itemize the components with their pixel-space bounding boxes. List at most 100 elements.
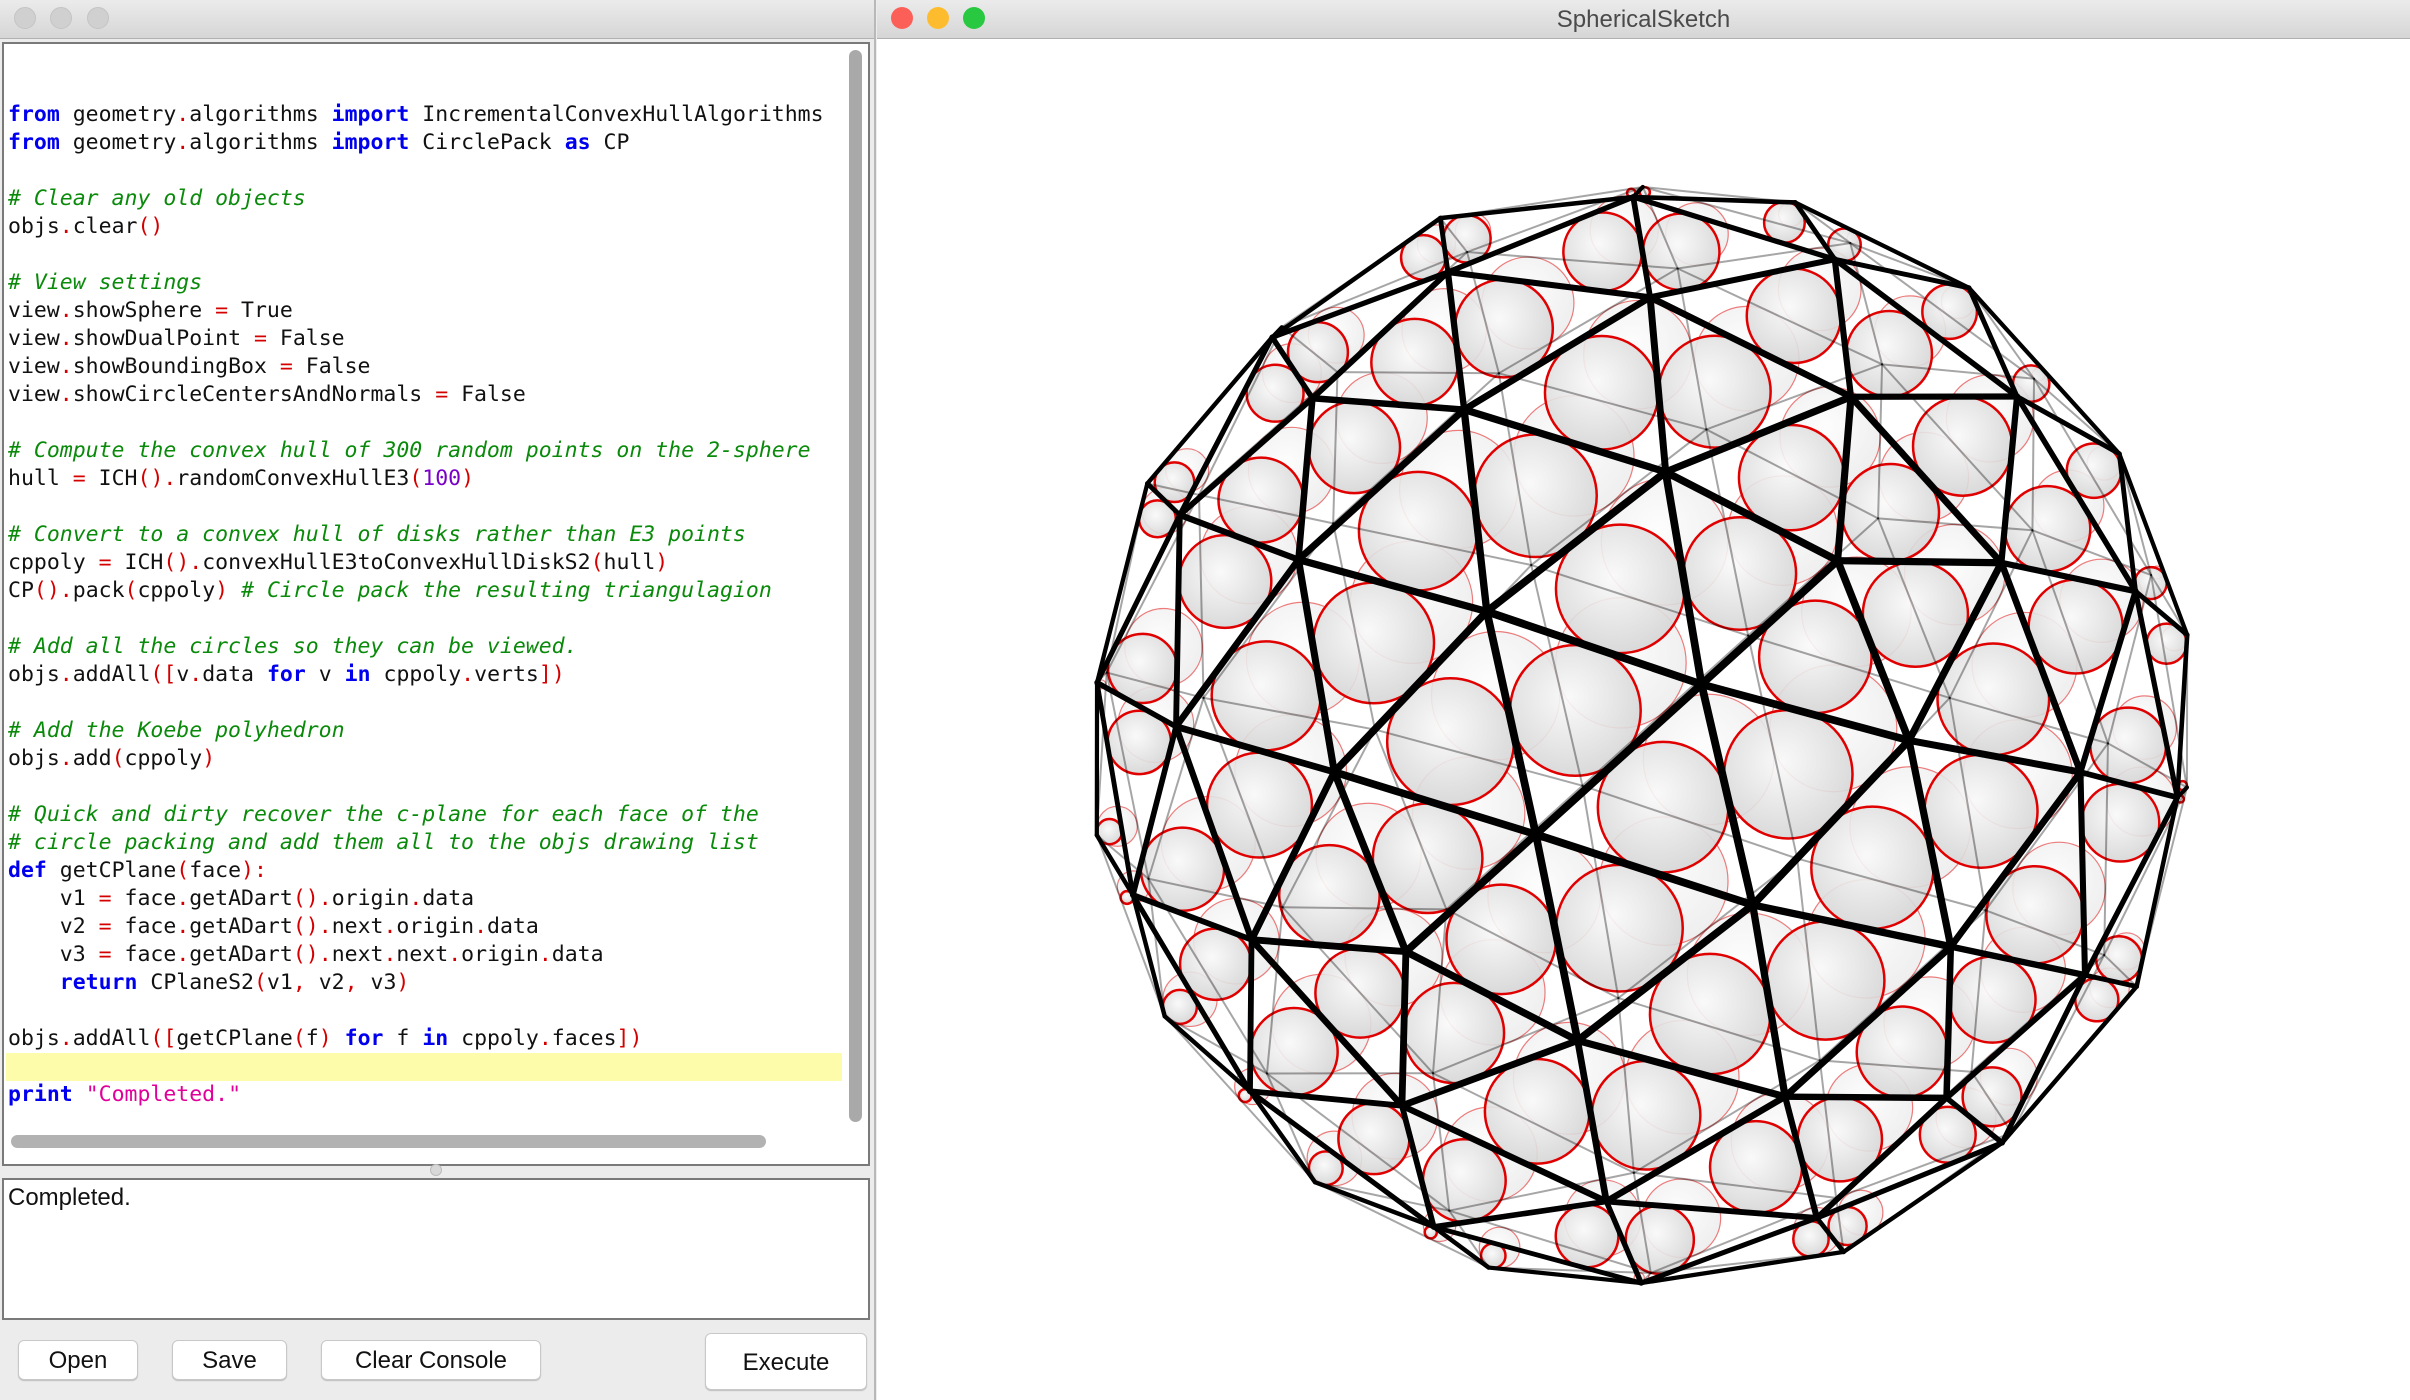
code-line[interactable] <box>8 605 838 633</box>
code-token: ) <box>318 1026 332 1051</box>
code-line[interactable]: objs.add(cppoly) <box>8 745 838 773</box>
horizontal-scrollbar[interactable] <box>11 1135 766 1148</box>
code-token: next <box>331 914 384 939</box>
code-token: ) <box>202 746 216 771</box>
code-token: getADart <box>189 942 293 967</box>
code-line[interactable]: from geometry.algorithms import CirclePa… <box>8 129 838 157</box>
code-line[interactable]: v1 = face.getADart().origin.data <box>8 885 838 913</box>
code-line[interactable]: # Quick and dirty recover the c-plane fo… <box>8 801 838 829</box>
code-token: . <box>59 662 73 687</box>
code-token: origin <box>461 942 539 967</box>
code-token: geometry <box>72 102 177 127</box>
code-token: . <box>474 914 488 939</box>
polyhedron-edge <box>1336 371 1500 375</box>
minimize-button-inactive[interactable] <box>50 7 72 29</box>
code-line[interactable]: from geometry.algorithms import Incremen… <box>8 101 838 129</box>
code-token: = <box>98 886 112 911</box>
code-token: ) <box>305 942 319 967</box>
execute-button[interactable]: Execute <box>705 1333 867 1390</box>
code-token: = <box>279 354 293 379</box>
code-token: print <box>8 1082 73 1107</box>
editor-title-bar <box>0 0 874 39</box>
code-line[interactable] <box>8 157 838 185</box>
polyhedron-edge <box>1781 1093 1950 1102</box>
code-line[interactable] <box>8 241 838 269</box>
save-button[interactable]: Save <box>172 1340 287 1380</box>
code-line[interactable]: CP().pack(cppoly) # Circle pack the resu… <box>8 577 838 605</box>
code-token: faces <box>551 1026 617 1051</box>
code-line[interactable]: view.showSphere = True <box>8 297 838 325</box>
code-token: . <box>189 550 203 575</box>
vertical-scrollbar[interactable] <box>849 50 862 1122</box>
code-token: ICH <box>98 466 138 491</box>
code-token: f <box>396 1026 410 1051</box>
code-token: def <box>8 858 47 883</box>
code-token: # Circle pack the resulting triangulagio… <box>241 578 772 603</box>
code-line[interactable]: objs.addAll([v.data for v in cppoly.vert… <box>8 661 838 689</box>
code-line[interactable] <box>8 493 838 521</box>
code-token: ( <box>137 466 151 491</box>
zoom-button-inactive[interactable] <box>87 7 109 29</box>
code-line[interactable] <box>6 1053 842 1081</box>
code-line[interactable]: view.showBoundingBox = False <box>8 353 838 381</box>
code-line[interactable]: # View settings <box>8 269 838 297</box>
code-text[interactable]: from geometry.algorithms import Incremen… <box>6 101 842 1109</box>
code-token: # View settings <box>8 270 203 295</box>
open-button[interactable]: Open <box>18 1340 138 1380</box>
code-line[interactable]: # Add the Koebe polyhedron <box>8 717 838 745</box>
code-token: [ <box>163 662 177 687</box>
close-button-inactive[interactable] <box>14 7 36 29</box>
code-line[interactable]: objs.addAll([getCPlane(f) for f in cppol… <box>8 1025 838 1053</box>
code-line[interactable]: view.showDualPoint = False <box>8 325 838 353</box>
code-line[interactable]: cppoly = ICH().convexHullE3toConvexHullD… <box>8 549 838 577</box>
code-line[interactable]: v3 = face.getADart().next.next.origin.da… <box>8 941 838 969</box>
code-line[interactable]: def getCPlane(face): <box>8 857 838 885</box>
code-line[interactable]: return CPlaneS2(v1, v2, v3) <box>8 969 838 997</box>
face-circle <box>1483 1057 1591 1165</box>
code-line[interactable]: # Clear any old objects <box>8 185 838 213</box>
code-token: . <box>538 942 552 967</box>
code-token: . <box>318 914 332 939</box>
code-line[interactable]: # circle packing and add them all to the… <box>8 829 838 857</box>
face-circle <box>1657 334 1772 449</box>
code-token: data <box>551 942 604 967</box>
code-line[interactable] <box>8 773 838 801</box>
code-line[interactable]: objs.clear() <box>8 213 838 241</box>
code-line[interactable] <box>8 997 838 1025</box>
code-token: face <box>189 858 242 883</box>
code-token: ( <box>292 1026 306 1051</box>
clear-console-button[interactable]: Clear Console <box>321 1340 541 1380</box>
code-token: from <box>8 102 60 127</box>
code-line[interactable]: v2 = face.getADart().next.origin.data <box>8 913 838 941</box>
code-line[interactable]: # Convert to a convex hull of disks rath… <box>8 521 838 549</box>
code-line[interactable]: print "Completed." <box>8 1081 838 1109</box>
code-editor[interactable]: from geometry.algorithms import Incremen… <box>2 42 870 1166</box>
code-line[interactable] <box>8 689 838 717</box>
code-token: ) <box>215 578 229 603</box>
code-token: ] <box>616 1026 630 1051</box>
code-line[interactable]: view.showCircleCentersAndNormals = False <box>8 381 838 409</box>
sphere-canvas[interactable] <box>877 38 2410 1400</box>
spherical-sketch-window: SphericalSketch <box>877 0 2410 1400</box>
code-token: ICH <box>124 550 164 575</box>
code-token: ( <box>111 746 125 771</box>
code-line[interactable]: hull = ICH().randomConvexHullE3(100) <box>8 465 838 493</box>
code-token: . <box>448 942 462 967</box>
code-line[interactable]: # Add all the circles so they can be vie… <box>8 633 838 661</box>
code-token: ) <box>150 214 164 239</box>
code-line[interactable] <box>8 409 838 437</box>
code-token: objs <box>8 746 60 771</box>
window-title: SphericalSketch <box>1556 6 1731 33</box>
split-pane-handle[interactable] <box>430 1164 442 1176</box>
code-line[interactable]: # Compute the convex hull of 300 random … <box>8 437 838 465</box>
code-token: ) <box>461 466 475 491</box>
